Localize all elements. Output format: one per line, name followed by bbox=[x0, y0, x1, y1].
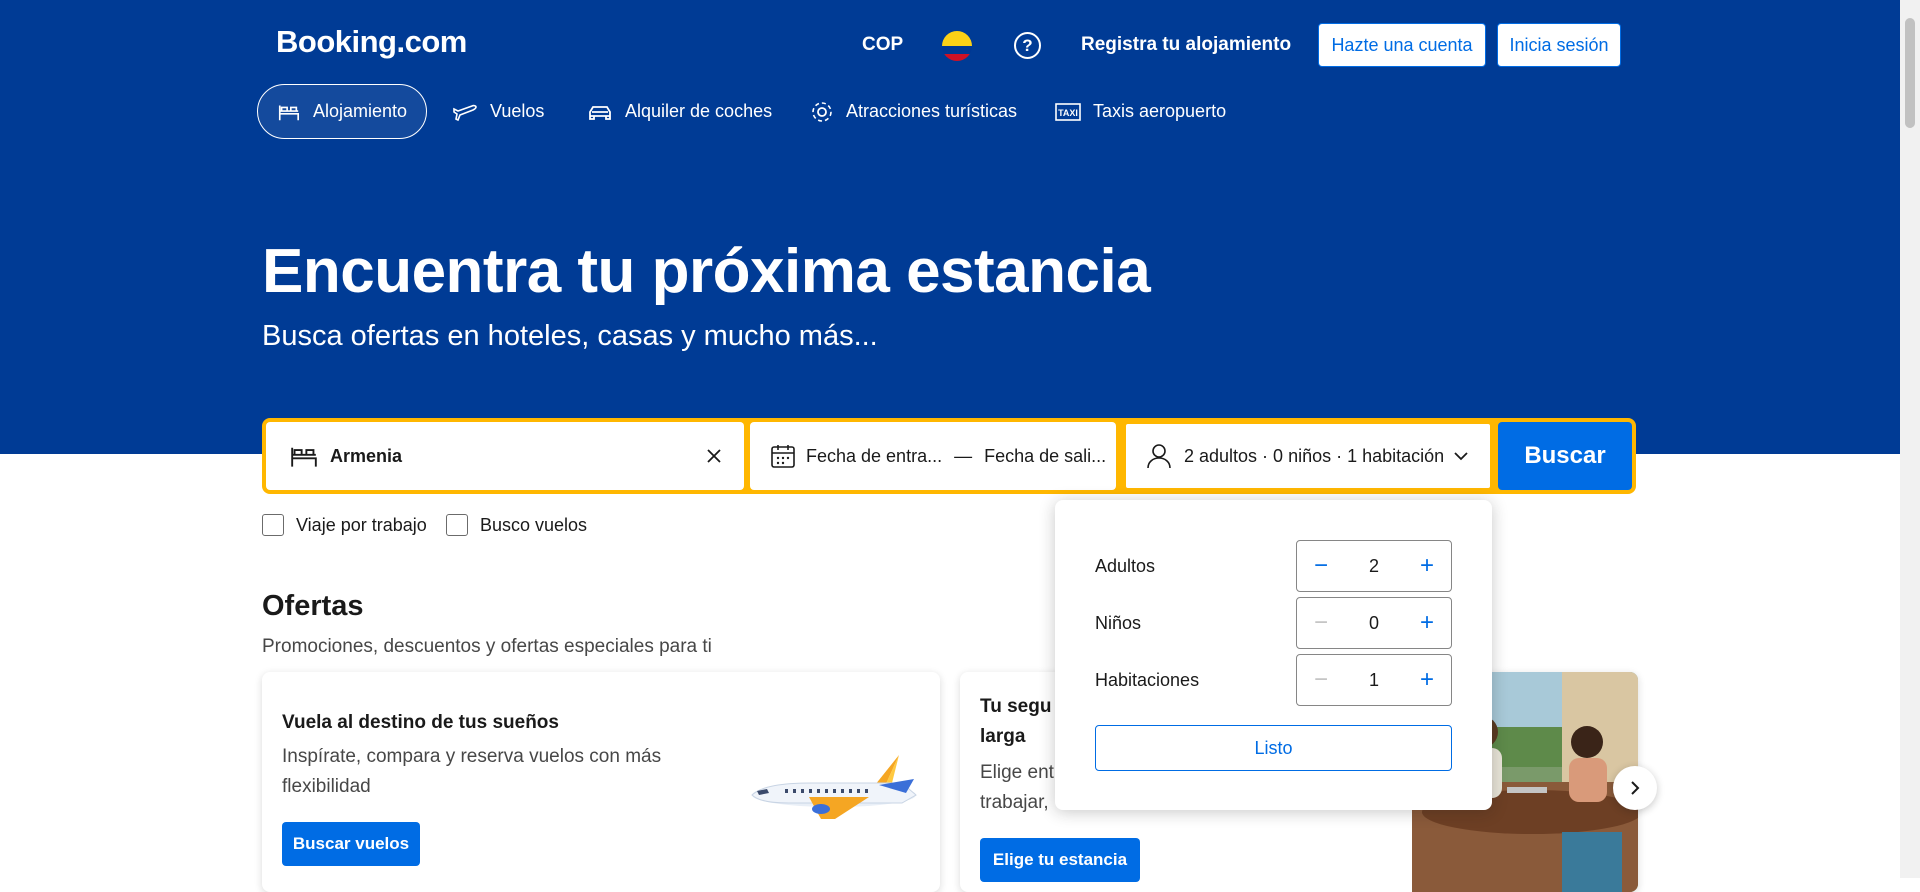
hero-subtitle: Busca ofertas en hoteles, casas y mucho … bbox=[262, 320, 878, 352]
bed-icon bbox=[278, 105, 300, 120]
nav-tab-airport-taxis[interactable]: TAXI Taxis aeropuerto bbox=[1055, 84, 1226, 139]
card-heading: Tu segu bbox=[980, 696, 1052, 717]
done-button[interactable]: Listo bbox=[1095, 725, 1452, 771]
nav-label: Taxis aeropuerto bbox=[1093, 101, 1227, 121]
children-stepper: − 0 + bbox=[1296, 597, 1452, 649]
card-body: trabajar, bbox=[980, 792, 1049, 813]
search-button[interactable]: Buscar bbox=[1498, 422, 1632, 490]
search-flights-button[interactable]: Buscar vuelos bbox=[282, 822, 420, 866]
hero-banner bbox=[0, 0, 1920, 454]
offers-subtitle: Promociones, descuentos y ofertas especi… bbox=[262, 636, 712, 657]
colombia-flag-icon[interactable] bbox=[942, 31, 972, 61]
offer-card-flights[interactable]: Vuela al destino de tus sueños Inspírate… bbox=[262, 672, 940, 892]
clear-icon[interactable] bbox=[706, 448, 722, 464]
adults-stepper: − 2 + bbox=[1296, 540, 1452, 592]
svg-text:TAXI: TAXI bbox=[1058, 108, 1078, 118]
currency-selector[interactable]: COP bbox=[862, 34, 903, 56]
minus-icon[interactable]: − bbox=[1309, 554, 1333, 578]
rooms-row: Habitaciones − 1 + bbox=[1095, 654, 1452, 706]
nav-tab-flights[interactable]: Vuelos bbox=[452, 84, 544, 139]
card-heading: larga bbox=[980, 726, 1026, 747]
nav-label: Vuelos bbox=[490, 101, 545, 121]
destination-field[interactable]: Armenia bbox=[266, 422, 744, 490]
row-label: Habitaciones bbox=[1095, 669, 1200, 690]
row-label: Niños bbox=[1095, 612, 1142, 633]
plus-icon[interactable]: + bbox=[1415, 611, 1439, 635]
checkbox-label: Viaje por trabajo bbox=[296, 514, 427, 535]
row-label: Adultos bbox=[1095, 555, 1156, 576]
nav-label: Atracciones turísticas bbox=[846, 101, 1018, 121]
checkbox-box[interactable] bbox=[446, 514, 468, 536]
register-property-link[interactable]: Registra tu alojamiento bbox=[1081, 34, 1291, 56]
children-row: Niños − 0 + bbox=[1095, 597, 1452, 649]
attractions-icon bbox=[812, 101, 832, 122]
nav-tab-attractions[interactable]: Atracciones turísticas bbox=[810, 84, 1017, 139]
adults-row: Adultos − 2 + bbox=[1095, 540, 1452, 592]
car-icon bbox=[589, 105, 611, 120]
plus-icon[interactable]: + bbox=[1415, 554, 1439, 578]
choose-stay-button[interactable]: Elige tu estancia bbox=[980, 838, 1140, 882]
occupancy-value: 2 adultos · 0 niños · 1 habitación bbox=[1184, 445, 1445, 466]
checkout-field[interactable]: Fecha de sali... bbox=[984, 446, 1106, 467]
minus-icon[interactable]: − bbox=[1309, 611, 1333, 635]
hero-title: Encuentra tu próxima estancia bbox=[262, 237, 1151, 306]
carousel-next-button[interactable] bbox=[1613, 766, 1657, 810]
rooms-stepper: − 1 + bbox=[1296, 654, 1452, 706]
dates-field[interactable]: Fecha de entra... — Fecha de sali... bbox=[750, 422, 1116, 490]
minus-icon[interactable]: − bbox=[1309, 668, 1333, 692]
signup-button[interactable]: Hazte una cuenta bbox=[1318, 23, 1486, 67]
stepper-value: 1 bbox=[1368, 669, 1379, 690]
page-scrollbar[interactable] bbox=[1900, 0, 1920, 878]
booking-logo[interactable]: Booking.com bbox=[276, 24, 467, 60]
nav-label: Alojamiento bbox=[312, 101, 407, 121]
checkin-field[interactable]: Fecha de entra... bbox=[806, 446, 942, 467]
flights-checkbox[interactable]: Busco vuelos bbox=[446, 514, 587, 536]
person-icon bbox=[1147, 444, 1171, 469]
card-body: Elige ent bbox=[980, 762, 1054, 783]
nav-tab-car-rental[interactable]: Alquiler de coches bbox=[587, 84, 772, 139]
stepper-value: 2 bbox=[1368, 555, 1379, 576]
calendar-icon bbox=[771, 445, 795, 468]
card-body: Inspírate, compara y reserva vuelos con … bbox=[282, 746, 662, 767]
search-bar: Armenia Fecha de entra... — Fecha de sal… bbox=[262, 418, 1636, 494]
destination-value: Armenia bbox=[330, 445, 403, 466]
nav-tab-stays[interactable]: Alojamiento bbox=[257, 84, 427, 139]
plus-icon[interactable]: + bbox=[1415, 668, 1439, 692]
nav-label: Alquiler de coches bbox=[625, 101, 773, 121]
date-separator: — bbox=[954, 445, 973, 466]
signin-button[interactable]: Inicia sesión bbox=[1497, 23, 1621, 67]
chevron-right-icon bbox=[1631, 781, 1640, 795]
offers-title: Ofertas bbox=[262, 590, 364, 622]
checkbox-label: Busco vuelos bbox=[480, 514, 588, 535]
chevron-up-icon bbox=[1454, 452, 1468, 461]
bed-icon bbox=[291, 447, 317, 467]
plane-icon bbox=[453, 104, 477, 121]
work-trip-checkbox[interactable]: Viaje por trabajo bbox=[262, 514, 427, 536]
occupancy-field[interactable]: 2 adultos · 0 niños · 1 habitación bbox=[1124, 422, 1492, 490]
scrollbar-thumb[interactable] bbox=[1905, 18, 1915, 128]
card-body: flexibilidad bbox=[282, 776, 371, 797]
help-icon[interactable]: ? bbox=[1014, 32, 1041, 59]
checkbox-box[interactable] bbox=[262, 514, 284, 536]
airplane-illustration bbox=[751, 755, 917, 819]
taxi-icon: TAXI bbox=[1055, 102, 1081, 121]
stepper-value: 0 bbox=[1368, 612, 1379, 633]
card-heading: Vuela al destino de tus sueños bbox=[282, 712, 559, 733]
occupancy-popup: Adultos − 2 + Niños − 0 + Habitaciones −… bbox=[1055, 500, 1492, 810]
